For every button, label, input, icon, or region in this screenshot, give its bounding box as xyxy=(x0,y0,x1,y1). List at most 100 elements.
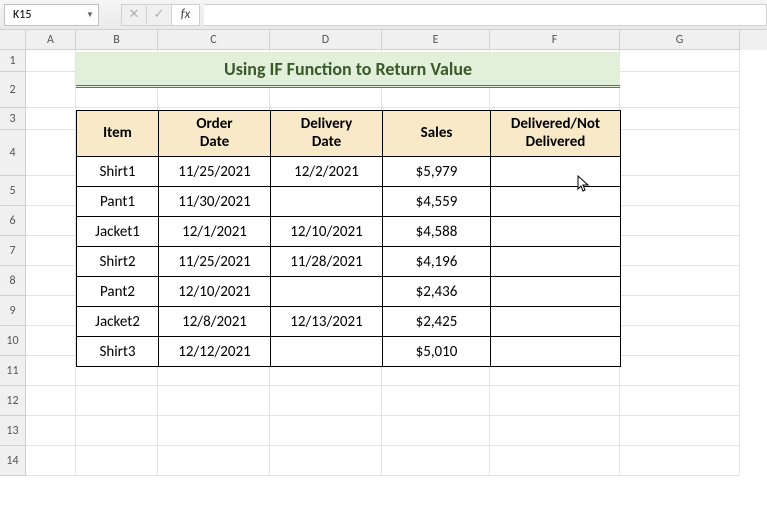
cell[interactable] xyxy=(490,416,620,446)
cell[interactable] xyxy=(620,176,740,206)
cell-delivery[interactable]: 11/28/2021 xyxy=(271,247,383,277)
col-header[interactable]: C xyxy=(158,30,270,50)
cell[interactable] xyxy=(620,326,740,356)
cell[interactable] xyxy=(26,130,76,176)
select-all-corner[interactable] xyxy=(0,30,26,50)
cell-status[interactable] xyxy=(491,247,621,277)
cell[interactable] xyxy=(270,446,382,476)
header-sales[interactable]: Sales xyxy=(383,111,491,157)
cell-delivery[interactable] xyxy=(271,277,383,307)
chevron-down-icon[interactable]: ▼ xyxy=(84,9,96,21)
header-item[interactable]: Item xyxy=(77,111,159,157)
cell[interactable] xyxy=(490,446,620,476)
cell[interactable] xyxy=(26,108,76,130)
cell-order[interactable]: 11/25/2021 xyxy=(159,247,271,277)
cell-sales[interactable]: $4,588 xyxy=(383,217,491,247)
cell-order[interactable]: 12/10/2021 xyxy=(159,277,271,307)
row-header[interactable]: 7 xyxy=(0,236,26,266)
cell[interactable] xyxy=(620,108,740,130)
formula-bar[interactable] xyxy=(204,4,767,26)
cell-delivery[interactable] xyxy=(271,337,383,367)
cell-order[interactable]: 11/25/2021 xyxy=(159,157,271,187)
col-header[interactable]: F xyxy=(490,30,620,50)
cell-sales[interactable]: $2,436 xyxy=(383,277,491,307)
cell-status[interactable] xyxy=(491,157,621,187)
cell[interactable] xyxy=(382,386,490,416)
col-header[interactable]: E xyxy=(382,30,490,50)
cell[interactable] xyxy=(26,356,76,386)
col-header[interactable]: D xyxy=(270,30,382,50)
cell[interactable] xyxy=(158,446,270,476)
cell[interactable] xyxy=(270,416,382,446)
col-header[interactable]: G xyxy=(620,30,740,50)
cell[interactable] xyxy=(158,386,270,416)
cell[interactable] xyxy=(26,326,76,356)
cell[interactable] xyxy=(490,386,620,416)
cell-delivery[interactable]: 12/13/2021 xyxy=(271,307,383,337)
row-header[interactable]: 6 xyxy=(0,206,26,236)
cell-status[interactable] xyxy=(491,217,621,247)
row-header[interactable]: 4 xyxy=(0,130,26,176)
cell-status[interactable] xyxy=(491,187,621,217)
cell[interactable] xyxy=(26,236,76,266)
header-status[interactable]: Delivered/NotDelivered xyxy=(491,111,621,157)
cell-sales[interactable]: $4,196 xyxy=(383,247,491,277)
cell[interactable] xyxy=(270,386,382,416)
cell[interactable] xyxy=(620,236,740,266)
cell[interactable] xyxy=(158,416,270,446)
cell[interactable] xyxy=(620,416,740,446)
cell[interactable] xyxy=(26,446,76,476)
row-header[interactable]: 11 xyxy=(0,356,26,386)
row-header[interactable]: 9 xyxy=(0,296,26,326)
cell-sales[interactable]: $4,559 xyxy=(383,187,491,217)
cell[interactable] xyxy=(26,416,76,446)
row-header[interactable]: 14 xyxy=(0,446,26,476)
cell-delivery[interactable]: 12/10/2021 xyxy=(271,217,383,247)
row-header[interactable]: 1 xyxy=(0,50,26,72)
row-header[interactable]: 8 xyxy=(0,266,26,296)
name-box[interactable]: K15 ▼ xyxy=(4,4,99,26)
cell[interactable] xyxy=(620,130,740,176)
row-header[interactable]: 3 xyxy=(0,108,26,130)
cell-item[interactable]: Jacket2 xyxy=(77,307,159,337)
cell-status[interactable] xyxy=(491,277,621,307)
cell-order[interactable]: 11/30/2021 xyxy=(159,187,271,217)
cell-item[interactable]: Pant1 xyxy=(77,187,159,217)
fx-icon[interactable]: fx xyxy=(171,5,199,25)
cell-status[interactable] xyxy=(491,307,621,337)
cell[interactable] xyxy=(76,446,158,476)
cell[interactable] xyxy=(620,296,740,326)
cell[interactable] xyxy=(26,296,76,326)
col-header[interactable]: B xyxy=(76,30,158,50)
cell[interactable] xyxy=(382,446,490,476)
row-header[interactable]: 2 xyxy=(0,72,26,108)
cell-item[interactable]: Shirt3 xyxy=(77,337,159,367)
cell-item[interactable]: Shirt1 xyxy=(77,157,159,187)
cell[interactable] xyxy=(620,72,740,108)
row-header[interactable]: 13 xyxy=(0,416,26,446)
cell[interactable] xyxy=(26,386,76,416)
sheet-title[interactable]: Using IF Function to Return Value xyxy=(76,52,620,88)
header-delivery-date[interactable]: DeliveryDate xyxy=(271,111,383,157)
cell[interactable] xyxy=(620,356,740,386)
cell-sales[interactable]: $5,979 xyxy=(383,157,491,187)
cell-item[interactable]: Pant2 xyxy=(77,277,159,307)
cell-sales[interactable]: $2,425 xyxy=(383,307,491,337)
cell[interactable] xyxy=(382,416,490,446)
cell-delivery[interactable]: 12/2/2021 xyxy=(271,157,383,187)
row-header[interactable]: 12 xyxy=(0,386,26,416)
cell-order[interactable]: 12/8/2021 xyxy=(159,307,271,337)
cell[interactable] xyxy=(620,386,740,416)
spreadsheet-grid[interactable]: A B C D E F G 1 2 3 4 5 6 7 8 9 10 11 12… xyxy=(0,30,767,529)
cell[interactable] xyxy=(26,266,76,296)
cell[interactable] xyxy=(620,50,740,72)
cell-sales[interactable]: $5,010 xyxy=(383,337,491,367)
cell[interactable] xyxy=(26,206,76,236)
cell[interactable] xyxy=(26,72,76,108)
row-header[interactable]: 10 xyxy=(0,326,26,356)
cell-item[interactable]: Jacket1 xyxy=(77,217,159,247)
cell-item[interactable]: Shirt2 xyxy=(77,247,159,277)
cell-order[interactable]: 12/12/2021 xyxy=(159,337,271,367)
col-header[interactable]: A xyxy=(26,30,76,50)
cell[interactable] xyxy=(76,416,158,446)
